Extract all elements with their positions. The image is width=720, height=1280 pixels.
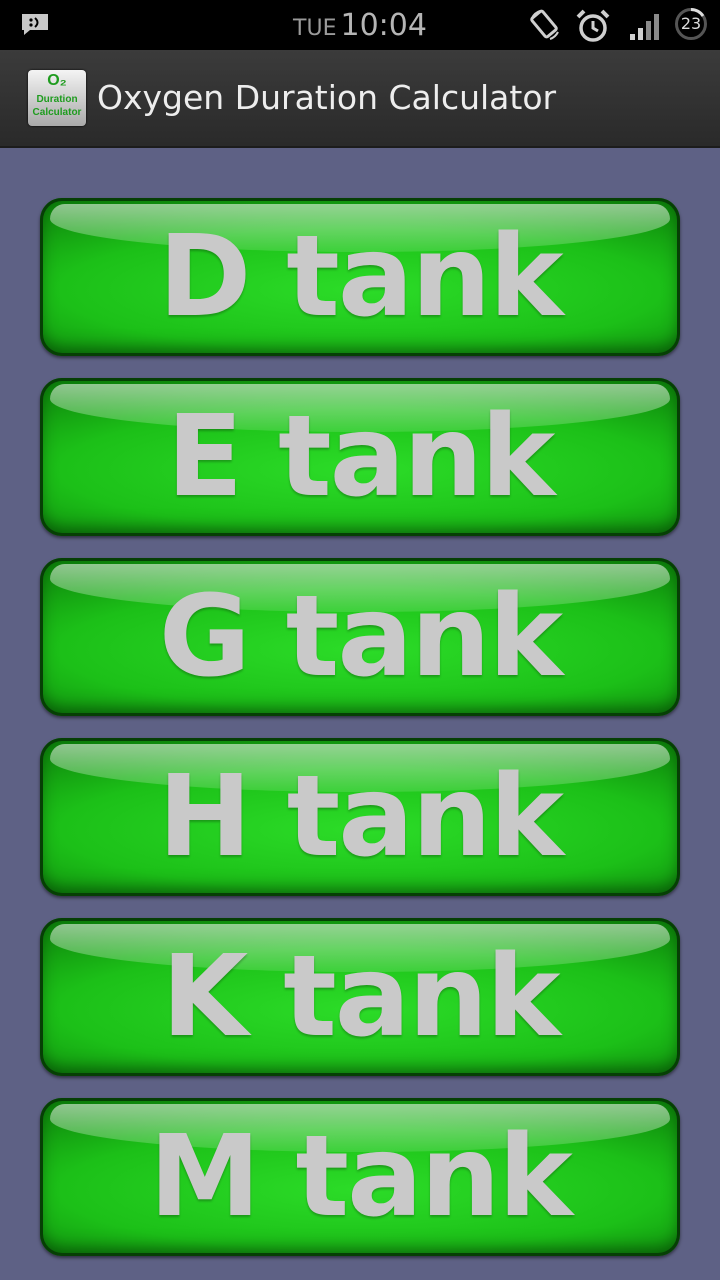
app-logo[interactable]: O₂ Duration Calculator bbox=[28, 70, 86, 126]
d-tank-label: D tank bbox=[158, 212, 563, 342]
clock-day: TUE bbox=[293, 16, 337, 41]
h-tank-button[interactable]: H tank bbox=[40, 738, 680, 896]
status-bar: TUE 10:04 23 bbox=[0, 0, 720, 50]
m-tank-label: M tank bbox=[149, 1112, 573, 1242]
app-title: Oxygen Duration Calculator bbox=[97, 78, 557, 117]
alarm-icon bbox=[576, 9, 610, 42]
m-tank-button[interactable]: M tank bbox=[40, 1098, 680, 1256]
e-tank-label: E tank bbox=[166, 392, 556, 522]
clock-time: 10:04 bbox=[340, 8, 427, 43]
clock: TUE 10:04 bbox=[0, 8, 720, 43]
battery-icon: 23 bbox=[674, 7, 708, 41]
k-tank-label: K tank bbox=[161, 932, 560, 1062]
signal-icon bbox=[630, 14, 659, 40]
app-logo-line3: Calculator bbox=[32, 107, 82, 118]
app-logo-line1: O₂ bbox=[47, 72, 67, 89]
screen-rotation-icon bbox=[530, 9, 559, 40]
battery-level: 23 bbox=[680, 14, 702, 33]
h-tank-label: H tank bbox=[157, 752, 564, 882]
g-tank-button[interactable]: G tank bbox=[40, 558, 680, 716]
e-tank-button[interactable]: E tank bbox=[40, 378, 680, 536]
action-bar: O₂ Duration Calculator Oxygen Duration C… bbox=[0, 50, 720, 148]
k-tank-button[interactable]: K tank bbox=[40, 918, 680, 1076]
g-tank-label: G tank bbox=[158, 572, 563, 702]
app-logo-line2: Duration bbox=[36, 94, 78, 105]
d-tank-button[interactable]: D tank bbox=[40, 198, 680, 356]
